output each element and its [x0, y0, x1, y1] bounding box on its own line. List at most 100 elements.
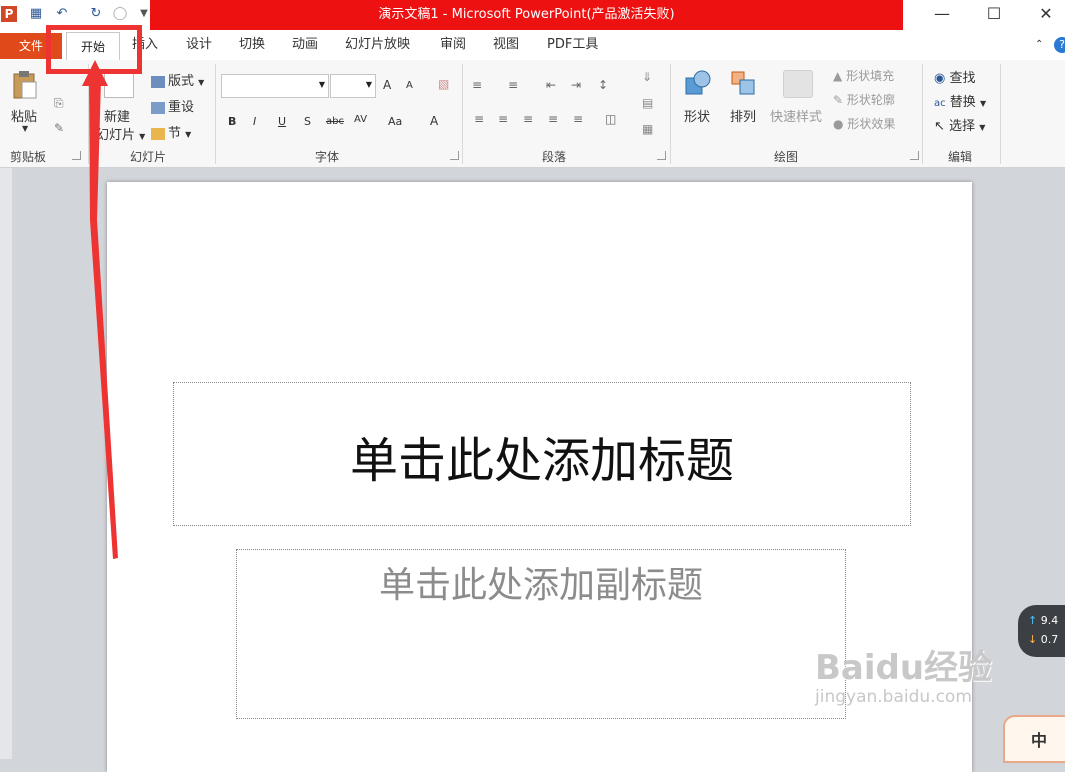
redo-icon[interactable]: ↻	[88, 6, 104, 22]
shape-fill-button[interactable]: ▲ 形状填充	[833, 67, 894, 84]
bullets-icon[interactable]: ≡	[472, 78, 482, 92]
group-divider	[1000, 64, 1001, 164]
section-label: 节	[168, 126, 182, 141]
network-speed-widget[interactable]: ↑ 9.4 ↓ 0.7	[1018, 605, 1065, 657]
arrange-button[interactable]: 排列	[730, 106, 756, 125]
find-label: 查找	[949, 71, 976, 86]
decrease-indent-icon[interactable]: ⇤	[546, 78, 556, 92]
tab-animations[interactable]: 动画	[292, 30, 318, 60]
arrow-up-icon: ↑	[1028, 614, 1038, 627]
repeat-icon[interactable]: ◯	[112, 6, 128, 22]
align-left-icon[interactable]: ≡	[474, 112, 484, 126]
maximize-button[interactable]: ☐	[970, 0, 1018, 28]
tab-view[interactable]: 视图	[493, 30, 519, 60]
shape-effects-button[interactable]: ● 形状效果	[833, 115, 895, 132]
chevron-down-icon: ▼	[365, 80, 372, 89]
shapes-button[interactable]: 形状	[684, 106, 710, 125]
arrange-icon[interactable]	[730, 70, 758, 96]
quick-styles-icon[interactable]	[783, 70, 813, 98]
layout-button[interactable]: 版式 ▼	[151, 70, 204, 89]
grow-font-button[interactable]: A	[383, 78, 391, 92]
layout-icon	[151, 75, 165, 88]
subtitle-placeholder[interactable]: 单击此处添加副标题	[236, 549, 846, 719]
char-spacing-button[interactable]: AV	[354, 114, 367, 125]
font-color-button[interactable]: A	[430, 114, 438, 128]
tutorial-arrow	[82, 60, 118, 559]
copy-icon[interactable]: ⎘	[54, 96, 64, 111]
font-launcher-icon[interactable]	[450, 151, 459, 160]
bold-button[interactable]: B	[228, 115, 236, 128]
replace-button[interactable]: ac 替换 ▼	[934, 91, 986, 110]
chevron-down-icon: ▼	[979, 99, 987, 108]
select-label: 选择	[949, 119, 976, 134]
cursor-icon: ↖	[934, 119, 945, 134]
strikethrough-button[interactable]: abc	[326, 116, 344, 127]
shadow-button[interactable]: S	[304, 115, 311, 128]
line-spacing-icon[interactable]: ↕	[598, 78, 608, 92]
paste-button[interactable]: 粘贴	[11, 106, 37, 125]
save-icon[interactable]: ▦	[28, 6, 44, 22]
layout-label: 版式	[168, 74, 195, 89]
group-divider	[215, 64, 216, 164]
reset-button[interactable]: 重设	[151, 96, 194, 115]
underline-button[interactable]: U	[278, 115, 286, 128]
paragraph-launcher-icon[interactable]	[657, 151, 666, 160]
text-direction-icon[interactable]: ⇓	[642, 70, 652, 84]
drawing-launcher-icon[interactable]	[910, 151, 919, 160]
section-icon	[151, 127, 165, 140]
tab-review[interactable]: 审阅	[440, 30, 466, 60]
quick-styles-button[interactable]: 快速样式	[770, 106, 822, 125]
chevron-down-icon: ▼	[318, 80, 325, 89]
numbering-icon[interactable]: ≡	[508, 78, 518, 92]
italic-button[interactable]: I	[253, 115, 256, 128]
smartart-icon[interactable]: ▦	[642, 122, 653, 136]
upload-speed-value: 9.4	[1040, 614, 1059, 627]
minimize-button[interactable]: —	[918, 0, 966, 28]
format-painter-icon[interactable]: ✎	[54, 121, 64, 135]
tab-transitions[interactable]: 切换	[239, 30, 265, 60]
title-placeholder[interactable]: 单击此处添加标题	[173, 382, 911, 526]
reset-icon	[151, 101, 165, 114]
group-divider	[462, 64, 463, 164]
columns-icon[interactable]: ◫	[605, 112, 616, 126]
clipboard-group-label: 剪贴板	[10, 150, 47, 164]
upload-speed: ↑ 9.4	[1028, 614, 1058, 627]
shapes-icon[interactable]	[684, 70, 712, 96]
tab-pdf-tools[interactable]: PDF工具	[547, 30, 598, 60]
download-speed-value: 0.7	[1040, 633, 1059, 646]
drawing-group-label: 绘图	[774, 150, 799, 164]
reset-label: 重设	[168, 100, 195, 115]
paste-icon[interactable]	[12, 70, 38, 100]
section-button[interactable]: 节 ▼	[151, 122, 191, 141]
title-bar: P ▦ ↶ ↻ ◯ ▼ 演示文稿1 - Microsoft PowerPoint…	[0, 0, 1065, 30]
tab-slideshow[interactable]: 幻灯片放映	[345, 30, 410, 60]
align-text-icon[interactable]: ▤	[642, 96, 653, 110]
paste-dropdown-icon[interactable]: ▼	[22, 124, 28, 133]
replace-label: 替换	[949, 95, 976, 110]
justify-icon[interactable]: ≡	[548, 112, 558, 126]
powerpoint-app-icon[interactable]: P	[1, 6, 17, 22]
chevron-down-icon: ▼	[198, 78, 205, 87]
help-icon[interactable]: ?	[1054, 30, 1065, 60]
shrink-font-button[interactable]: A	[406, 80, 413, 91]
align-center-icon[interactable]: ≡	[498, 112, 508, 126]
corner-badge[interactable]: 中	[1003, 715, 1065, 763]
font-size-dropdown[interactable]: ▼	[330, 74, 376, 98]
align-right-icon[interactable]: ≡	[523, 112, 533, 126]
shape-outline-button[interactable]: ✎ 形状轮廓	[833, 91, 895, 108]
slide-pane-left-strip	[0, 168, 12, 759]
clear-format-icon[interactable]: ▧	[438, 77, 449, 91]
group-divider	[922, 64, 923, 164]
increase-indent-icon[interactable]: ⇥	[571, 78, 581, 92]
tab-design[interactable]: 设计	[186, 30, 212, 60]
minimize-ribbon-icon[interactable]: ⌃	[1035, 30, 1043, 60]
change-case-button[interactable]: Aa	[388, 115, 402, 128]
distribute-icon[interactable]: ≡	[573, 112, 583, 126]
find-button[interactable]: ◉ 查找	[934, 67, 976, 86]
undo-icon[interactable]: ↶	[54, 6, 70, 22]
close-button[interactable]: ✕	[1022, 0, 1065, 28]
binoculars-icon: ◉	[934, 71, 946, 86]
corner-badge-text: 中	[1031, 731, 1048, 750]
font-name-dropdown[interactable]: ▼	[221, 74, 329, 98]
select-button[interactable]: ↖ 选择 ▼	[934, 115, 985, 134]
